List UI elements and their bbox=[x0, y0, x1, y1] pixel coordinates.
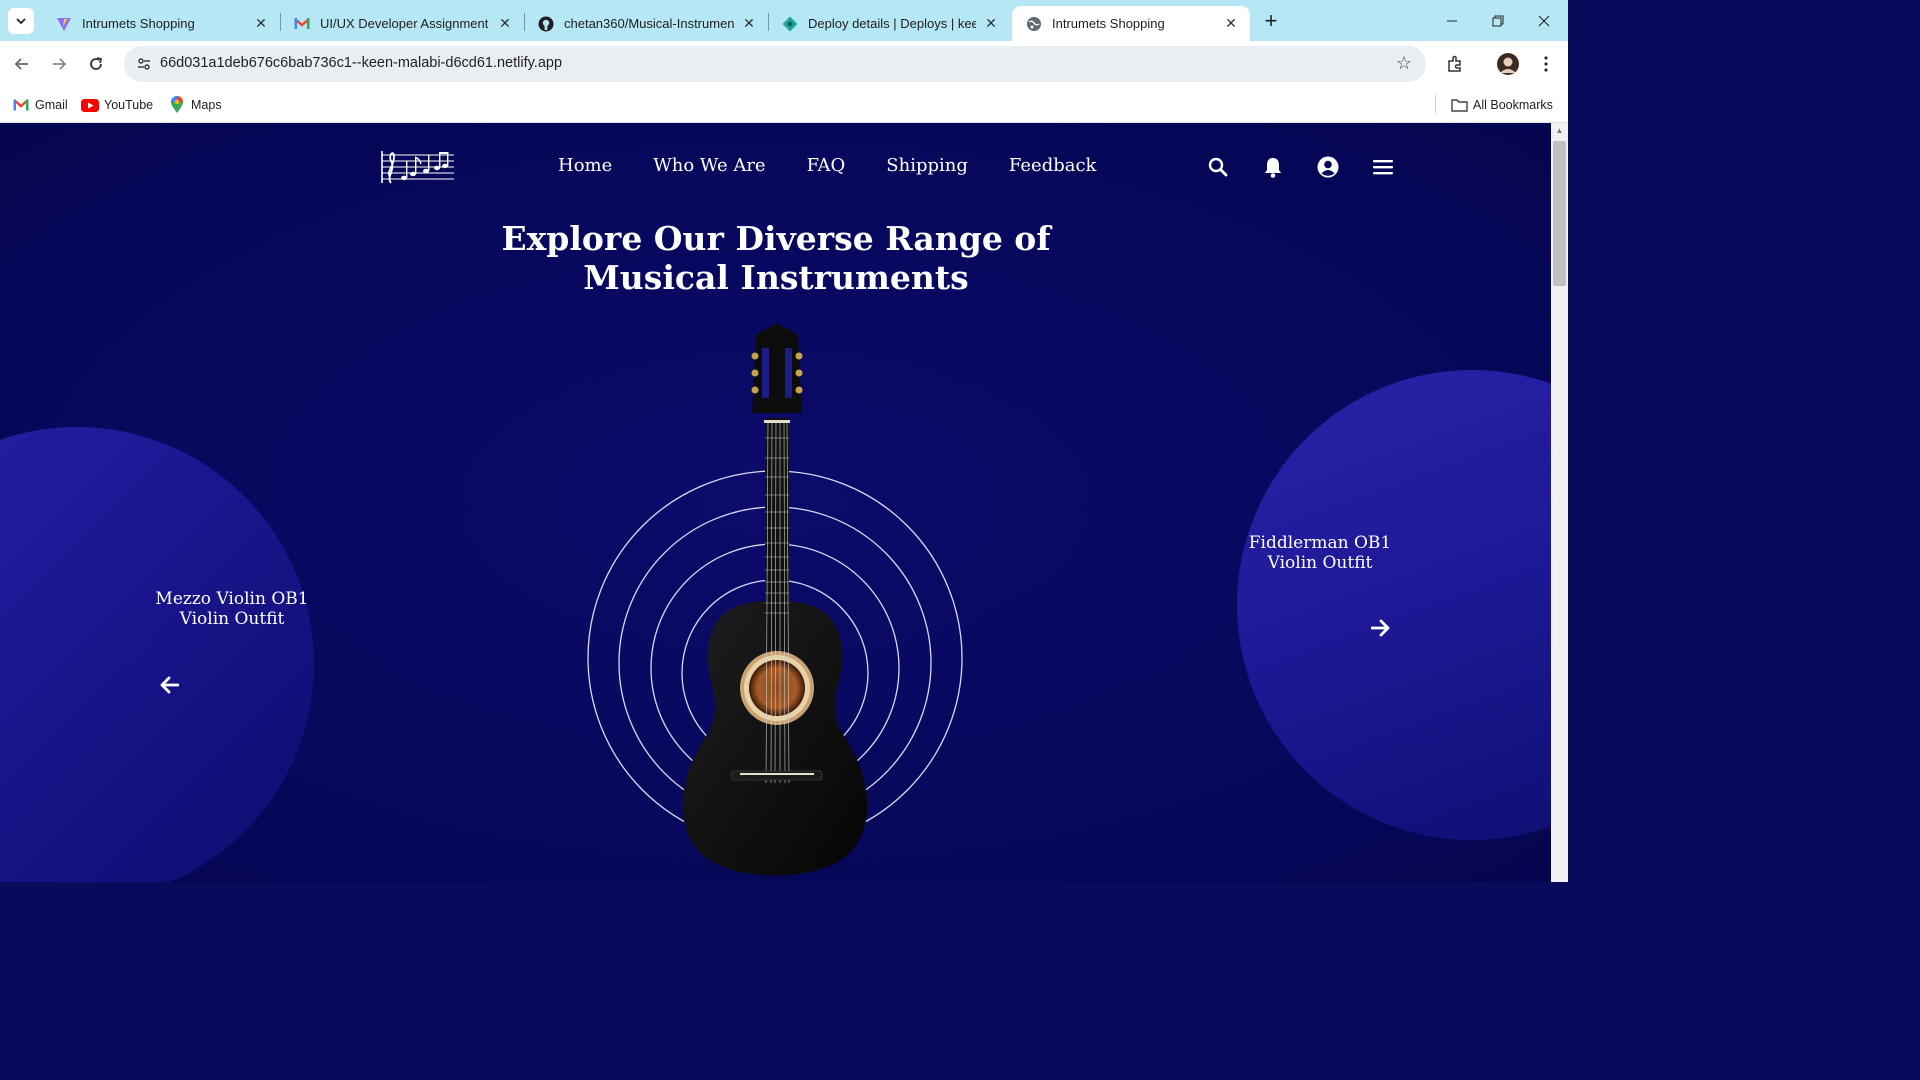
all-bookmarks-label: All Bookmarks bbox=[1473, 98, 1553, 112]
extensions-icon[interactable] bbox=[1442, 51, 1468, 77]
tab-title: chetan360/Musical-Instruments bbox=[564, 16, 734, 31]
all-bookmarks-button[interactable]: All Bookmarks bbox=[1450, 95, 1553, 115]
browser-toolbar: 66d031a1deb676c6bab736c1--keen-malabi-d6… bbox=[0, 41, 1568, 88]
minimize-button[interactable] bbox=[1429, 0, 1475, 41]
arrow-right-icon bbox=[1371, 619, 1390, 637]
restore-button[interactable] bbox=[1475, 0, 1521, 41]
browser-tab[interactable]: chetan360/Musical-Instruments ✕ bbox=[524, 6, 768, 41]
main-nav: Home Who We Are FAQ Shipping Feedback bbox=[558, 155, 1137, 176]
bookmarks-bar: Gmail YouTube Maps All Bookmarks bbox=[0, 88, 1568, 123]
reload-button[interactable] bbox=[83, 51, 109, 77]
bookmark-label: Gmail bbox=[35, 98, 68, 112]
close-tab-icon[interactable]: ✕ bbox=[252, 15, 270, 33]
vite-icon bbox=[56, 16, 72, 32]
forward-button[interactable] bbox=[46, 51, 72, 77]
profile-avatar[interactable] bbox=[1495, 51, 1521, 77]
prev-product-line1: Mezzo Violin OB1 bbox=[155, 589, 309, 609]
search-icon[interactable] bbox=[1206, 155, 1230, 179]
next-arrow-button[interactable] bbox=[1369, 616, 1393, 640]
next-product-name[interactable]: Fiddlerman OB1 Violin Outfit bbox=[1240, 533, 1400, 573]
nav-feedback-link[interactable]: Feedback bbox=[1009, 155, 1097, 176]
minimize-icon bbox=[1447, 20, 1457, 21]
browser-tab-bar: Intrumets Shopping ✕ UI/UX Developer Ass… bbox=[0, 0, 1568, 41]
next-product-line1: Fiddlerman OB1 bbox=[1248, 533, 1392, 553]
globe-icon bbox=[1026, 16, 1042, 32]
hero-title: Explore Our Diverse Range of Musical Ins… bbox=[476, 219, 1076, 297]
maps-icon bbox=[168, 96, 186, 113]
chevron-down-icon bbox=[16, 18, 26, 25]
netlify-icon bbox=[782, 16, 798, 32]
close-tab-icon[interactable]: ✕ bbox=[1222, 15, 1240, 33]
prev-product-bubble bbox=[0, 427, 314, 882]
more-menu-icon[interactable] bbox=[1533, 51, 1559, 77]
tab-title: UI/UX Developer Assignment - bbox=[320, 16, 490, 31]
forward-arrow-icon bbox=[53, 58, 67, 70]
prev-product-line2: Violin Outfit bbox=[179, 609, 285, 629]
github-icon bbox=[538, 16, 554, 32]
gmail-icon bbox=[294, 16, 310, 32]
bookmarks-separator bbox=[1435, 95, 1436, 113]
nav-shipping-link[interactable]: Shipping bbox=[886, 155, 968, 176]
bookmark-label: Maps bbox=[191, 98, 222, 112]
reload-icon bbox=[90, 57, 103, 70]
site-info-icon[interactable] bbox=[132, 52, 156, 76]
close-window-button[interactable] bbox=[1521, 0, 1567, 41]
prev-product-name[interactable]: Mezzo Violin OB1 Violin Outfit bbox=[150, 589, 314, 629]
hero-title-line1: Explore Our Diverse Range of bbox=[501, 219, 1051, 258]
tab-title: Intrumets Shopping bbox=[1052, 16, 1165, 31]
guitar-image bbox=[587, 323, 963, 876]
browser-tab[interactable]: Deploy details | Deploys | keen- ✕ bbox=[768, 6, 1010, 41]
scrollbar-thumb[interactable] bbox=[1553, 141, 1566, 286]
nav-faq-link[interactable]: FAQ bbox=[807, 155, 846, 176]
next-product-bubble bbox=[1237, 370, 1551, 840]
bookmark-star-icon[interactable]: ☆ bbox=[1396, 53, 1412, 74]
bookmark-label: YouTube bbox=[104, 98, 154, 112]
next-product-line2: Violin Outfit bbox=[1267, 553, 1373, 573]
hero-title-line2: Musical Instruments bbox=[583, 258, 969, 297]
nav-home-link[interactable]: Home bbox=[558, 155, 612, 176]
hamburger-menu-icon[interactable] bbox=[1371, 155, 1395, 179]
browser-tab[interactable]: UI/UX Developer Assignment - ✕ bbox=[280, 6, 524, 41]
browser-tab-active[interactable]: Intrumets Shopping ✕ bbox=[1012, 6, 1250, 41]
back-arrow-icon bbox=[14, 58, 28, 70]
tab-title: Deploy details | Deploys | keen- bbox=[808, 16, 976, 31]
url-text: 66d031a1deb676c6bab736c1--keen-malabi-d6… bbox=[160, 55, 563, 71]
close-tab-icon[interactable]: ✕ bbox=[740, 15, 758, 33]
gmail-icon bbox=[12, 97, 30, 113]
bookmark-youtube[interactable]: YouTube bbox=[81, 95, 153, 115]
bell-icon[interactable] bbox=[1261, 155, 1285, 179]
youtube-icon bbox=[81, 97, 99, 113]
page-viewport: Home Who We Are FAQ Shipping Feedback Ex… bbox=[0, 123, 1551, 882]
user-account-icon[interactable] bbox=[1316, 155, 1340, 179]
browser-tab[interactable]: Intrumets Shopping ✕ bbox=[42, 6, 280, 41]
tab-title: Intrumets Shopping bbox=[82, 16, 195, 31]
address-bar[interactable]: 66d031a1deb676c6bab736c1--keen-malabi-d6… bbox=[124, 46, 1426, 82]
close-icon bbox=[1538, 15, 1550, 26]
back-button[interactable] bbox=[9, 51, 35, 77]
nav-who-we-are-link[interactable]: Who We Are bbox=[653, 155, 765, 176]
bookmark-maps[interactable]: Maps bbox=[168, 95, 222, 115]
tab-search-button[interactable] bbox=[8, 8, 34, 34]
close-tab-icon[interactable]: ✕ bbox=[982, 15, 1000, 33]
folder-icon bbox=[1450, 97, 1468, 113]
bookmark-gmail[interactable]: Gmail bbox=[12, 95, 68, 115]
new-tab-button[interactable]: + bbox=[1259, 8, 1283, 33]
close-tab-icon[interactable]: ✕ bbox=[496, 15, 514, 33]
site-logo[interactable] bbox=[380, 147, 456, 187]
prev-arrow-button[interactable] bbox=[157, 673, 181, 697]
arrow-left-icon bbox=[160, 676, 179, 694]
restore-icon bbox=[1492, 15, 1504, 26]
scroll-up-arrow-icon[interactable]: ▲ bbox=[1553, 126, 1566, 138]
